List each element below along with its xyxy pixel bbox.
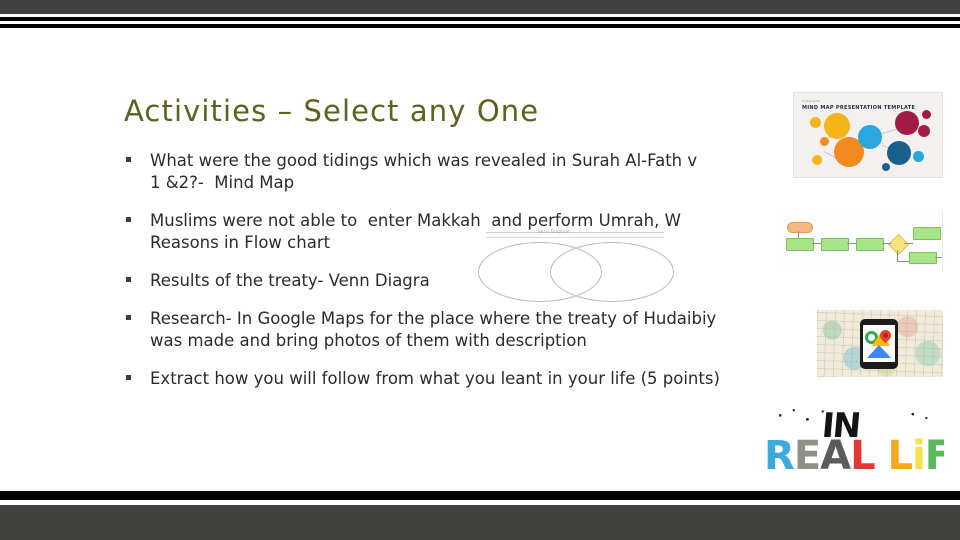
in-real-life-letter: R: [764, 433, 795, 479]
mind-map-node: [918, 125, 930, 137]
mind-map-center-node: [858, 125, 882, 149]
google-maps-logo-blue-icon: [867, 345, 891, 358]
flow-process-node: [856, 238, 884, 251]
mind-map-node: [882, 163, 890, 171]
venn-diagram-image: Venn Diagram: [478, 228, 674, 306]
bullet-square-icon: [126, 157, 131, 162]
page-title: Activities – Select any One: [124, 94, 540, 128]
mind-map-node: [824, 113, 850, 139]
venn-header-rule-1: [486, 232, 664, 233]
flow-connector: [942, 232, 943, 258]
bullet-square-icon: [126, 315, 131, 320]
mind-map-node: [895, 111, 919, 135]
mind-map-node: [820, 137, 829, 146]
mind-map-eyebrow: Infografia: [802, 99, 821, 103]
venn-header-label: Venn Diagram: [538, 229, 571, 234]
bottom-accent-bar: [0, 505, 960, 540]
flow-connector: [904, 243, 913, 244]
list-item[interactable]: Research- In Google Maps for the place w…: [124, 308, 840, 352]
flow-connector: [812, 243, 821, 244]
in-real-life-letter: A: [820, 433, 851, 479]
bullet-text-mind-map: What were the good tidings which was rev…: [150, 151, 698, 192]
mind-map-node: [922, 110, 931, 119]
venn-header-rule-2: [486, 237, 664, 238]
flow-connector: [847, 243, 856, 244]
smartphone-device: [860, 319, 898, 369]
top-accent-bar: [0, 0, 960, 14]
top-rule-line-2: [0, 24, 960, 28]
flow-process-node: [786, 238, 814, 251]
bullet-square-icon: [126, 217, 131, 222]
in-real-life-image: IN REAL LiFE: [762, 405, 944, 483]
in-real-life-letter: [875, 433, 888, 479]
mind-map-node: [887, 141, 911, 165]
google-maps-image: [817, 310, 943, 377]
flow-start-node: [787, 222, 813, 233]
in-real-life-letter: L: [850, 433, 875, 479]
in-real-life-letter: E: [793, 433, 821, 479]
phone-screen: [863, 325, 895, 362]
flow-connector: [798, 231, 799, 238]
venn-ellipse-right: [550, 242, 674, 302]
list-item[interactable]: What were the good tidings which was rev…: [124, 150, 840, 194]
mind-map-image: Infografia MIND MAP PRESENTATION TEMPLAT…: [793, 92, 943, 178]
flow-process-node: [913, 227, 941, 240]
mind-map-node: [913, 151, 924, 162]
in-real-life-word-real-life: REAL LiFE: [764, 433, 944, 479]
list-item[interactable]: Extract how you will follow from what yo…: [124, 368, 840, 390]
in-real-life-letter: L: [887, 433, 913, 479]
flow-connector: [897, 261, 909, 262]
flow-process-node: [909, 252, 937, 264]
in-real-life-letter: i: [912, 433, 926, 479]
top-rule-line-1: [0, 17, 960, 21]
flow-connector: [882, 243, 891, 244]
mind-map-node: [812, 155, 822, 165]
bullet-text-extract: Extract how you will follow from what yo…: [150, 369, 720, 388]
bullet-square-icon: [126, 375, 131, 380]
flow-decision-node: [887, 233, 910, 256]
mind-map-title: MIND MAP PRESENTATION TEMPLATE: [802, 105, 916, 111]
flow-process-node: [821, 238, 849, 251]
bullet-text-google-maps: Research- In Google Maps for the place w…: [150, 309, 717, 350]
in-real-life-letter: F: [924, 433, 944, 479]
bullet-text-venn-diagram: Results of the treaty- Venn Diagra: [150, 271, 430, 290]
bullet-square-icon: [126, 277, 131, 282]
bottom-rule-line: [0, 491, 960, 500]
flow-chart-image: [775, 210, 943, 272]
mind-map-node: [810, 117, 821, 128]
